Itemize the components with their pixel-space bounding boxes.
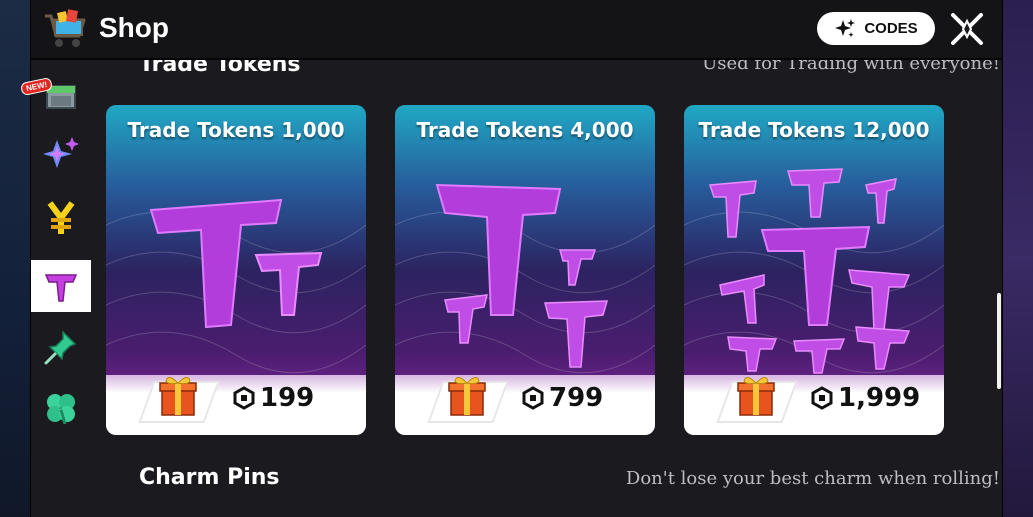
sidebar-item-charms[interactable]: [31, 382, 91, 434]
sidebar-item-trade-tokens[interactable]: [31, 260, 91, 312]
category-sidebar: NEW!: [19, 60, 91, 517]
background-right: [1001, 0, 1033, 517]
price-value: 799: [549, 383, 604, 413]
price-bar: 799: [395, 375, 655, 435]
trade-token-icon: [708, 168, 911, 374]
sidebar-item-crates[interactable]: NEW!: [19, 68, 91, 120]
pin-icon: [44, 330, 77, 365]
codes-button[interactable]: CODES: [817, 12, 935, 45]
robux-icon: [811, 386, 833, 410]
product-card-trade-tokens-12000[interactable]: Trade Tokens 12,000 1,999: [684, 105, 944, 435]
sidebar-item-sparkles[interactable]: [31, 128, 91, 180]
scrollbar[interactable]: [997, 293, 1001, 389]
yen-icon: [47, 201, 75, 234]
trade-token-icon: [435, 183, 609, 368]
price-bar: 1,999: [684, 375, 944, 435]
product-card-trade-tokens-1000[interactable]: Trade Tokens 1,000 199: [106, 105, 366, 435]
sparkle-icon: [835, 18, 856, 37]
section-title-trade-tokens: Trade Tokens: [139, 60, 301, 77]
section-subtitle-charm-pins: Don't lose your best charm when rolling!: [625, 468, 1000, 489]
gift-icon[interactable]: [736, 373, 776, 417]
robux-icon: [233, 386, 255, 410]
shopping-cart-icon: [45, 9, 86, 47]
sidebar-item-currency[interactable]: [31, 192, 91, 244]
price-label: 199: [232, 383, 314, 413]
price-value: 199: [260, 383, 315, 413]
gift-icon[interactable]: [158, 373, 198, 417]
product-card-trade-tokens-4000[interactable]: Trade Tokens 4,000 799: [395, 105, 655, 435]
title-bar: Shop CODES: [31, 0, 1002, 60]
codes-label: CODES: [864, 20, 918, 37]
close-icon[interactable]: [949, 11, 985, 47]
card-title: Trade Tokens 1,000: [127, 118, 345, 142]
background-left: [0, 0, 30, 517]
gift-icon[interactable]: [447, 373, 487, 417]
card-title: Trade Tokens 4,000: [416, 118, 634, 142]
sparkle-icon: [43, 137, 79, 168]
sidebar-item-pins[interactable]: [31, 322, 91, 374]
card-title: Trade Tokens 12,000: [698, 118, 930, 142]
price-bar: 199: [106, 375, 366, 435]
shop-window: Shop CODES NEW! Trade Tokens Used for Tr…: [19, 0, 1003, 517]
price-label: 1,999: [810, 383, 920, 413]
trade-token-icon: [149, 198, 323, 329]
clover-icon: [47, 394, 75, 425]
section-subtitle-trade-tokens: Used for Trading with everyone!: [702, 60, 1000, 74]
section-title-charm-pins: Charm Pins: [139, 465, 280, 490]
price-value: 1,999: [838, 383, 921, 413]
trade-token-icon: [44, 274, 78, 302]
window-title: Shop: [99, 12, 169, 43]
shop-content: Trade Tokens Used for Trading with every…: [92, 60, 1002, 517]
price-label: 799: [521, 383, 603, 413]
robux-icon: [522, 386, 544, 410]
